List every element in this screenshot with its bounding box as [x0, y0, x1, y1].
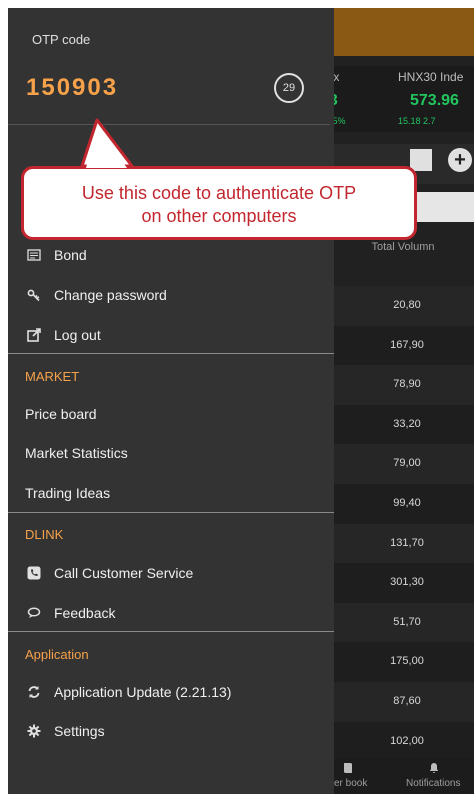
bottom-nav-notifications[interactable]: Notifications: [406, 778, 460, 789]
divider: [8, 512, 334, 513]
volume-cell: 175,00: [390, 655, 424, 668]
divider: [8, 631, 334, 632]
menu-item-label: Call Customer Service: [54, 565, 194, 581]
navigation-drawer: OTP code 150903 29 Bond Change password …: [8, 8, 334, 794]
volume-cell: 79,00: [393, 457, 421, 470]
key-icon: [25, 286, 43, 304]
otp-code: 150903: [26, 74, 119, 101]
menu-item-change-password[interactable]: Change password: [8, 275, 334, 315]
menu-item-label: Market Statistics: [25, 445, 128, 461]
volume-cell: 167,90: [390, 338, 424, 351]
menu-item-label: Settings: [54, 723, 105, 739]
otp-countdown-timer: 29: [274, 73, 304, 103]
menu-item-label: Log out: [54, 327, 101, 343]
menu-item-call-customer-service[interactable]: Call Customer Service: [8, 553, 334, 593]
volume-cell: 131,70: [390, 536, 424, 549]
section-header-application: Application: [25, 647, 89, 662]
index-change: 15.18 2.7: [398, 116, 436, 126]
section-header-market: MARKET: [25, 369, 80, 384]
menu-item-label: Feedback: [54, 605, 116, 621]
volume-cell: 78,90: [393, 378, 421, 391]
volume-cell: 99,40: [393, 497, 421, 509]
menu-item-label: Price board: [25, 406, 97, 422]
menu-item-market-statistics[interactable]: Market Statistics: [8, 433, 334, 473]
menu-item-feedback[interactable]: Feedback: [8, 593, 334, 633]
gear-icon: [25, 722, 43, 740]
menu-item-application-update[interactable]: Application Update (2.21.13): [8, 672, 334, 712]
volume-cell: 301,30: [390, 576, 424, 589]
menu-item-trading-ideas[interactable]: Trading Ideas: [8, 473, 334, 513]
divider: [8, 124, 330, 125]
volume-cell: 20,80: [393, 299, 421, 311]
divider: [8, 353, 334, 354]
menu-item-bond[interactable]: Bond: [8, 235, 334, 275]
column-header-total-volume[interactable]: Total Volumn: [358, 240, 448, 254]
layout-icon[interactable]: [410, 149, 432, 171]
tooltip-line: Use this code to authenticate OTP: [81, 183, 357, 203]
bottom-nav-order-book[interactable]: er book: [334, 778, 367, 789]
logout-icon: [25, 326, 43, 344]
menu-item-price-board[interactable]: Price board: [8, 394, 334, 434]
book-icon[interactable]: [342, 762, 354, 777]
index-name[interactable]: HNX30 Inde: [398, 70, 463, 84]
tooltip-box: Use this code to authenticate OTP on oth…: [21, 166, 417, 240]
menu-item-settings[interactable]: Settings: [8, 711, 334, 751]
section-header-dlink: DLINK: [25, 527, 64, 542]
feedback-icon: [25, 604, 43, 622]
menu-item-label: Change password: [54, 287, 167, 303]
tooltip-line: on other computers: [141, 206, 297, 226]
menu-item-log-out[interactable]: Log out: [8, 315, 334, 355]
menu-item-label: Bond: [54, 247, 87, 263]
bond-icon: [25, 246, 43, 264]
otp-label: OTP code: [32, 32, 91, 47]
volume-cell: 102,00: [390, 734, 424, 747]
menu-item-label: Trading Ideas: [25, 485, 111, 501]
bell-icon[interactable]: [428, 762, 440, 777]
index-value: 573.96: [410, 92, 459, 109]
volume-cell: 87,60: [393, 695, 421, 707]
refresh-icon: [25, 683, 43, 701]
volume-cell: 33,20: [393, 417, 421, 430]
add-icon[interactable]: +: [448, 148, 472, 172]
menu-item-label: Application Update (2.21.13): [54, 684, 232, 700]
volume-cell: 51,70: [393, 615, 421, 628]
phone-icon: [25, 564, 43, 582]
